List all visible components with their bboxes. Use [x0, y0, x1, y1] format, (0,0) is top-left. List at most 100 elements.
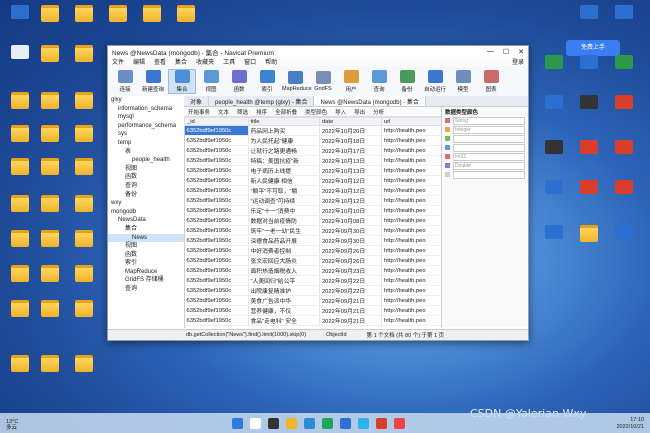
table-cell[interactable]: 2022年09月22日 — [319, 285, 383, 296]
collection-toolbar-button[interactable]: 分析 — [373, 108, 384, 116]
type-color-row[interactable]: Integer — [442, 125, 528, 134]
desktop-icon[interactable] — [70, 230, 98, 249]
desktop-icon[interactable] — [575, 225, 603, 244]
toolbar-button[interactable]: 模型 — [450, 69, 476, 93]
desktop-icon[interactable] — [540, 180, 568, 196]
table-cell[interactable]: 6352bdf9ef1950c — [184, 165, 249, 176]
tab[interactable]: 对象 — [184, 96, 210, 106]
collection-toolbar-button[interactable]: 排序 — [256, 108, 267, 116]
desktop-icon[interactable] — [6, 230, 34, 249]
table-cell[interactable]: 深德食品药品开展 — [248, 235, 320, 246]
tree-item[interactable]: 表 — [108, 148, 184, 157]
desktop-icon[interactable] — [36, 5, 64, 24]
table-cell[interactable]: 6352bdf9ef1950c — [184, 145, 249, 156]
type-color-row[interactable] — [442, 170, 528, 179]
desktop-icon[interactable] — [6, 92, 34, 111]
desktop-icon[interactable] — [36, 230, 64, 249]
table-cell[interactable]: 2022年10月12日 — [319, 175, 383, 186]
table-cell[interactable]: 6352bdf9ef1950c — [184, 285, 249, 296]
table-cell[interactable]: http://health.peo — [381, 175, 442, 186]
table-cell[interactable]: 6352bdf9ef1950c — [184, 315, 249, 326]
desktop-icon[interactable] — [610, 140, 638, 156]
table-cell[interactable]: 新人民健康 相信 — [248, 175, 320, 186]
minimize-button[interactable]: — — [487, 48, 494, 56]
table-cell[interactable]: 6352bdf9ef1950c — [184, 155, 249, 166]
table-cell[interactable]: 美食广告派中华 — [248, 295, 320, 306]
table-cell[interactable]: 2022年09月22日 — [319, 275, 383, 286]
desktop-icon[interactable] — [540, 140, 568, 156]
collection-toolbar-button[interactable]: 全部折叠 — [275, 108, 297, 116]
table-cell[interactable]: 出院康复精准护 — [248, 285, 320, 296]
vscode-icon[interactable] — [340, 418, 351, 429]
type-color-row[interactable] — [442, 143, 528, 152]
toolbar-button[interactable]: 图表 — [478, 69, 504, 93]
edge-icon[interactable] — [304, 418, 315, 429]
desktop-icon[interactable] — [70, 265, 98, 284]
table-cell[interactable]: 6352bdf9ef1950c — [184, 305, 249, 316]
tree-item[interactable]: NewsData — [108, 216, 184, 225]
table-cell[interactable]: 6352bdf9ef1950c — [184, 325, 249, 327]
table-cell[interactable]: 2022年09月30日 — [319, 235, 383, 246]
table-cell[interactable]: 特稿：美国抗疫"新 — [248, 155, 320, 166]
toolbar-button[interactable]: 函数 — [226, 69, 252, 93]
toolbar-button[interactable]: 自动运行 — [422, 69, 448, 93]
toolbar-button[interactable]: 集合 — [168, 68, 196, 94]
tree-item[interactable]: mongodb — [108, 208, 184, 217]
tree-item[interactable]: temp — [108, 139, 184, 148]
desktop-icon[interactable] — [36, 92, 64, 111]
table-cell[interactable]: 2022年10月13日 — [319, 155, 383, 166]
tree-item[interactable]: 备份 — [108, 191, 184, 200]
search-icon[interactable] — [250, 418, 261, 429]
table-cell[interactable]: http://health.peo — [381, 195, 442, 206]
table-cell[interactable]: 2022年09月21日 — [319, 305, 383, 316]
table-row[interactable]: 6352bdf9ef1950c 筑牢"一老一幼"民生 2022年09月30日 http… — [184, 225, 442, 236]
collection-toolbar-button[interactable]: 类型颜色 — [305, 108, 327, 116]
table-cell[interactable]: 6352bdf9ef1950c — [184, 265, 249, 276]
desktop-icon[interactable] — [70, 5, 98, 24]
login-link[interactable]: 登录 — [512, 57, 524, 66]
desktop-icon[interactable] — [575, 140, 603, 156]
table-cell[interactable]: 2022年10月13日 — [319, 165, 383, 176]
desktop-icon[interactable] — [540, 55, 568, 71]
maximize-button[interactable]: ☐ — [503, 48, 509, 56]
table-cell[interactable]: "躺平"不可取，"躺 — [248, 185, 320, 196]
table-cell[interactable]: http://health.peo — [381, 255, 442, 266]
desktop-icon[interactable] — [70, 92, 98, 111]
tab[interactable]: News @NewsData (mongodb) - 集合 — [314, 96, 426, 106]
desktop-icon[interactable] — [610, 55, 638, 71]
desktop-icon[interactable] — [70, 195, 98, 214]
table-cell[interactable]: http://health.peo — [381, 165, 442, 176]
table-cell[interactable]: http://health.peo — [381, 285, 442, 296]
table-cell[interactable]: 食品"走电科" 安全 — [248, 315, 320, 326]
table-row[interactable]: 6352bdf9ef1950c "躺平"不可取，"躺 2022年10月12日 http… — [184, 185, 442, 196]
task-view-icon[interactable] — [268, 418, 279, 429]
table-cell[interactable]: 2022年09月21日 — [319, 295, 383, 306]
desktop-icon[interactable] — [70, 300, 98, 319]
table-cell[interactable]: 6352bdf9ef1950c — [184, 255, 249, 266]
collection-toolbar-button[interactable]: 筛选 — [237, 108, 248, 116]
table-cell[interactable]: 2022年09月21日 — [319, 315, 383, 326]
column-header[interactable]: title — [247, 117, 320, 126]
table-cell[interactable]: 2022年09月26日 — [319, 255, 383, 266]
menu-item[interactable]: 帮助 — [265, 57, 277, 66]
toolbar-button[interactable]: 查询 — [366, 69, 392, 93]
tree-item[interactable]: 函数 — [108, 173, 184, 182]
desktop-icon[interactable] — [610, 180, 638, 196]
table-cell[interactable]: 6352bdf9ef1950c — [184, 235, 249, 246]
table-cell[interactable]: 6352bdf9ef1950c — [184, 215, 249, 226]
tree-item[interactable]: News — [108, 233, 184, 243]
table-cell[interactable]: 张文宏回应大肠炎 — [248, 255, 320, 266]
desktop-icon[interactable] — [575, 5, 603, 21]
menu-item[interactable]: 编辑 — [133, 57, 145, 66]
tree-item[interactable]: glxy — [108, 96, 184, 105]
table-cell[interactable]: "运动调查"可持续 — [248, 195, 320, 206]
column-header[interactable]: url — [381, 117, 442, 126]
table-cell[interactable]: 让就行之路更通畅 — [248, 145, 320, 156]
collection-toolbar-button[interactable]: 开始事务 — [188, 108, 210, 116]
toolbar-button[interactable]: 用户 — [338, 69, 364, 93]
table-cell[interactable]: http://health.peo — [381, 145, 442, 156]
collection-toolbar-button[interactable]: 导入 — [335, 108, 346, 116]
desktop-icon[interactable] — [540, 225, 568, 241]
table-cell[interactable]: 2022年09月23日 — [319, 265, 383, 276]
tree-item[interactable]: 索引 — [108, 259, 184, 268]
